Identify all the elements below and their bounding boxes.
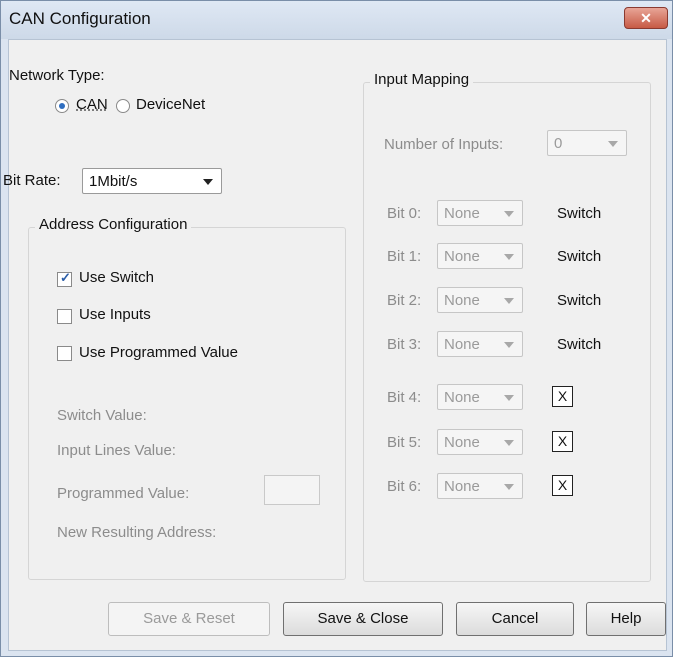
window-title: CAN Configuration bbox=[9, 9, 151, 28]
can-configuration-dialog: CAN Configuration ✕ Network Type: CAN De… bbox=[0, 0, 673, 657]
chevron-down-icon bbox=[608, 141, 618, 147]
programmed-value-input[interactable] bbox=[264, 475, 320, 505]
number-of-inputs-value: 0 bbox=[554, 135, 563, 152]
use-inputs-label[interactable]: Use Inputs bbox=[79, 306, 151, 323]
dialog-body: Network Type: CAN DeviceNet Bit Rate: 1M… bbox=[3, 39, 667, 651]
bit-3-value: None bbox=[444, 336, 480, 353]
chevron-down-icon bbox=[504, 440, 514, 446]
check-icon: ✓ bbox=[60, 270, 71, 285]
help-button[interactable]: Help bbox=[586, 602, 666, 636]
bit-rate-label: Bit Rate: bbox=[3, 172, 61, 189]
save-and-close-label: Save & Close bbox=[317, 610, 409, 627]
bit-4-label: Bit 4: bbox=[387, 389, 422, 406]
chevron-down-icon bbox=[504, 484, 514, 490]
bit-2-label: Bit 2: bbox=[387, 292, 422, 309]
radio-devicenet[interactable] bbox=[116, 99, 130, 113]
bit-0-value: None bbox=[444, 205, 480, 222]
chevron-down-icon bbox=[504, 342, 514, 348]
cancel-label: Cancel bbox=[491, 610, 539, 627]
save-and-reset-button[interactable]: Save & Reset bbox=[108, 602, 270, 636]
number-of-inputs-select[interactable]: 0 bbox=[547, 130, 627, 156]
chevron-down-icon bbox=[504, 395, 514, 401]
bit-3-status: Switch bbox=[557, 336, 602, 353]
network-type-label: Network Type: bbox=[9, 67, 105, 84]
address-configuration-legend: Address Configuration bbox=[35, 216, 192, 233]
bit-1-status: Switch bbox=[557, 248, 602, 265]
bit-6-status: X bbox=[552, 475, 573, 496]
bit-0-label: Bit 0: bbox=[387, 205, 422, 222]
bit-0-status: Switch bbox=[557, 205, 602, 222]
bit-rate-value: 1Mbit/s bbox=[89, 173, 138, 190]
bit-rate-select[interactable]: 1Mbit/s bbox=[82, 168, 222, 194]
cancel-button[interactable]: Cancel bbox=[456, 602, 574, 636]
radio-devicenet-label[interactable]: DeviceNet bbox=[136, 96, 205, 113]
switch-value-label: Switch Value: bbox=[57, 407, 147, 424]
title-bar[interactable]: CAN Configuration ✕ bbox=[1, 1, 672, 39]
bit-1-value: None bbox=[444, 248, 480, 265]
new-resulting-address-label: New Resulting Address: bbox=[57, 524, 217, 541]
use-switch-checkbox[interactable]: ✓ bbox=[57, 270, 72, 287]
chevron-down-icon bbox=[504, 298, 514, 304]
bit-2-status: Switch bbox=[557, 292, 602, 309]
bit-2-select[interactable]: None bbox=[437, 287, 523, 313]
bit-5-label: Bit 5: bbox=[387, 434, 422, 451]
bit-4-select[interactable]: None bbox=[437, 384, 523, 410]
programmed-value-label: Programmed Value: bbox=[57, 485, 190, 502]
chevron-down-icon bbox=[203, 179, 213, 185]
use-programmed-value-checkbox[interactable] bbox=[57, 346, 72, 361]
radio-can-label[interactable]: CAN bbox=[76, 96, 108, 113]
use-switch-label[interactable]: Use Switch bbox=[79, 269, 154, 286]
save-and-close-button[interactable]: Save & Close bbox=[283, 602, 443, 636]
bit-1-label: Bit 1: bbox=[387, 248, 422, 265]
close-icon: ✕ bbox=[640, 10, 652, 26]
radio-selected-dot bbox=[59, 103, 65, 109]
save-and-reset-label: Save & Reset bbox=[143, 610, 235, 627]
bit-6-label: Bit 6: bbox=[387, 478, 422, 495]
bit-4-status: X bbox=[552, 386, 573, 407]
number-of-inputs-label: Number of Inputs: bbox=[384, 136, 504, 153]
chevron-down-icon bbox=[504, 254, 514, 260]
bit-5-status: X bbox=[552, 431, 573, 452]
bit-4-value: None bbox=[444, 389, 480, 406]
chevron-down-icon bbox=[504, 211, 514, 217]
bit-6-select[interactable]: None bbox=[437, 473, 523, 499]
bit-1-select[interactable]: None bbox=[437, 243, 523, 269]
use-inputs-checkbox[interactable] bbox=[57, 309, 72, 324]
use-programmed-value-label[interactable]: Use Programmed Value bbox=[79, 344, 238, 361]
bit-5-select[interactable]: None bbox=[437, 429, 523, 455]
close-button[interactable]: ✕ bbox=[624, 7, 668, 29]
input-lines-value-label: Input Lines Value: bbox=[57, 442, 176, 459]
bit-6-value: None bbox=[444, 478, 480, 495]
input-mapping-legend: Input Mapping bbox=[370, 71, 474, 88]
bit-2-value: None bbox=[444, 292, 480, 309]
radio-can[interactable] bbox=[55, 99, 69, 113]
bit-5-value: None bbox=[444, 434, 480, 451]
bit-3-label: Bit 3: bbox=[387, 336, 422, 353]
bit-0-select[interactable]: None bbox=[437, 200, 523, 226]
bit-3-select[interactable]: None bbox=[437, 331, 523, 357]
help-label: Help bbox=[610, 610, 642, 627]
